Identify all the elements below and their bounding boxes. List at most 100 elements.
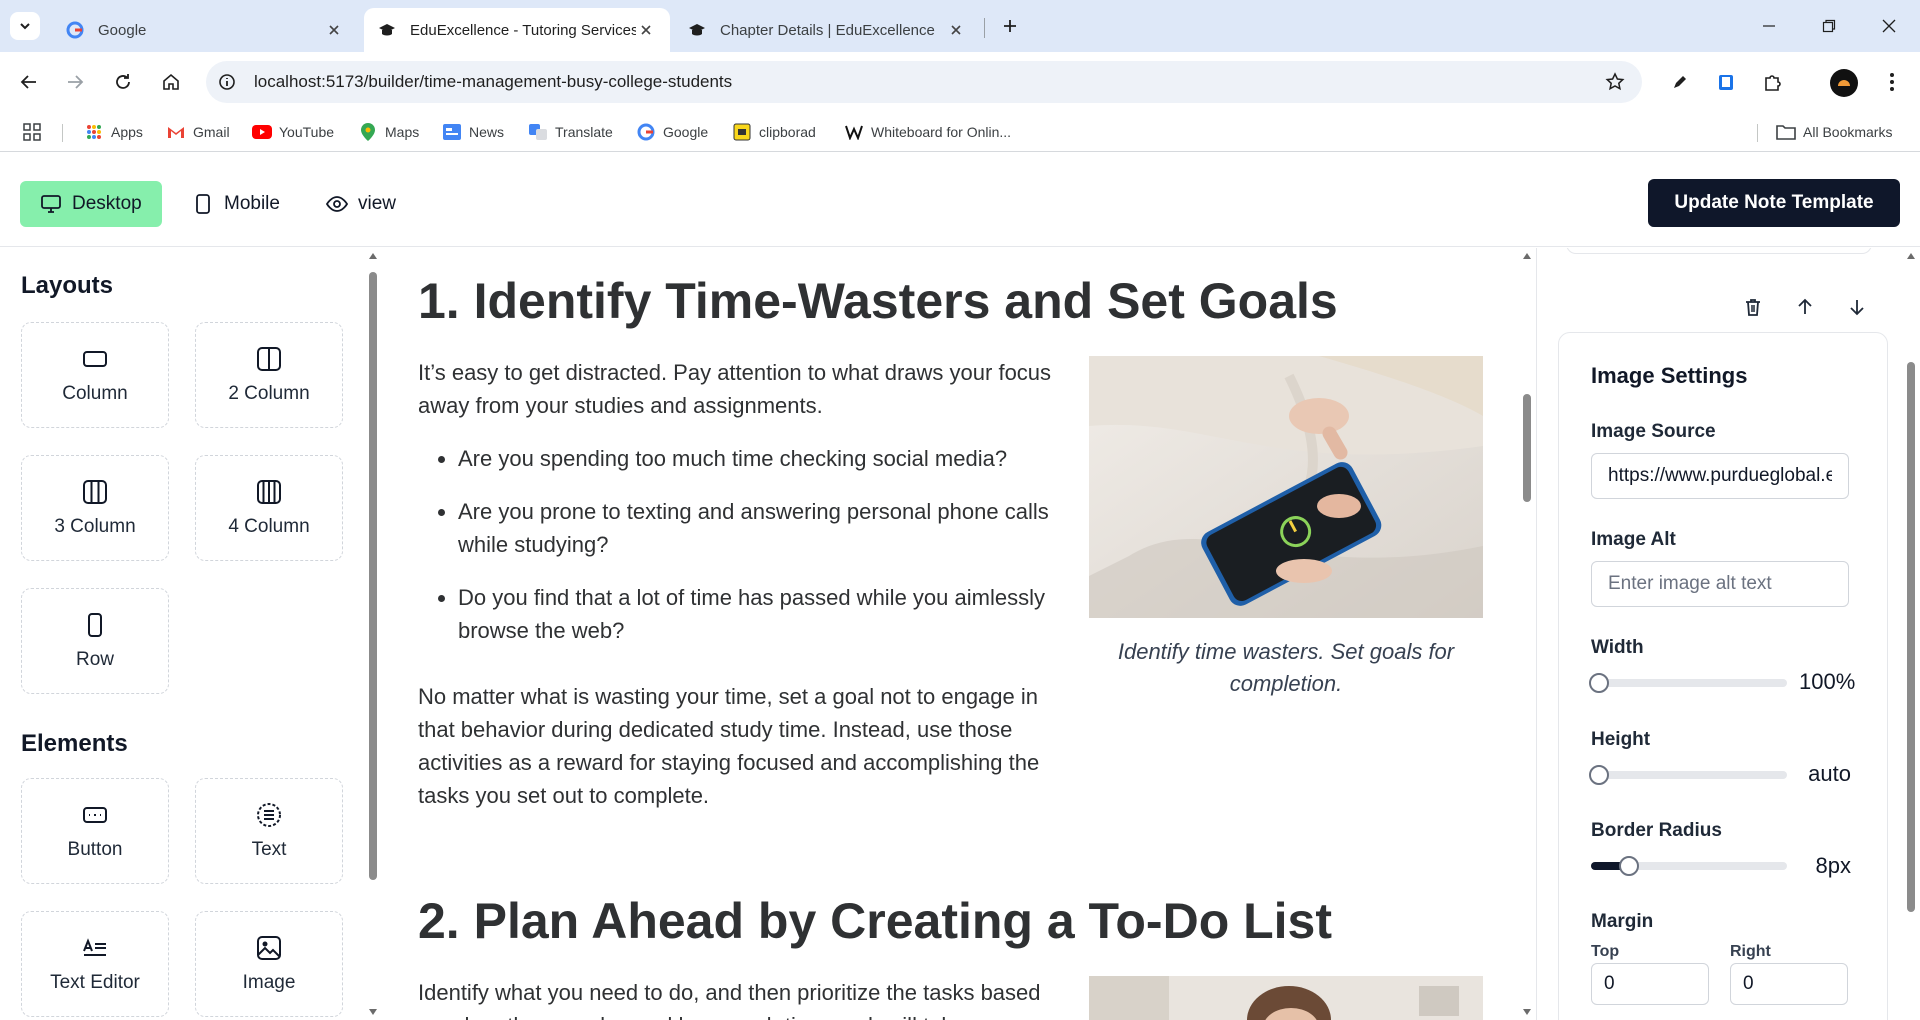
slider-thumb[interactable]	[1589, 765, 1609, 785]
layout-column-tile[interactable]: Column	[21, 322, 169, 428]
section2-intro[interactable]: Identify what you need to do, and then p…	[418, 976, 1068, 1020]
profile-avatar[interactable]	[1830, 69, 1858, 97]
clipboard-extension-icon[interactable]	[1710, 66, 1742, 98]
list-item: Are you spending too much time checking …	[458, 442, 1078, 475]
tab-eduexcellence[interactable]: EduExcellence - Tutoring Services	[364, 8, 670, 52]
close-icon	[1882, 19, 1896, 33]
scrollbar-thumb[interactable]	[1907, 362, 1915, 912]
tab-google[interactable]: Google	[52, 8, 358, 52]
slider-thumb[interactable]	[1589, 673, 1609, 693]
elements-title: Elements	[21, 730, 128, 757]
list-item: Do you find that a lot of time has passe…	[458, 581, 1078, 647]
element-text-editor-tile[interactable]: Text Editor	[21, 911, 169, 1017]
margin-top-input[interactable]	[1591, 963, 1709, 1005]
scrollbar-thumb[interactable]	[1523, 394, 1531, 502]
list-item: Are you prone to texting and answering p…	[458, 495, 1078, 561]
bookmark-label: Whiteboard for Onlin...	[871, 124, 1012, 140]
slider-thumb[interactable]	[1619, 856, 1639, 876]
reload-button[interactable]	[106, 65, 140, 99]
image-alt-input[interactable]	[1591, 561, 1849, 607]
delete-element-button[interactable]	[1736, 290, 1770, 324]
layout-3-column-tile[interactable]: 3 Column	[21, 455, 169, 561]
tile-label: Button	[67, 839, 123, 860]
desktop-mode-button[interactable]: Desktop	[20, 181, 162, 227]
bookmark-youtube[interactable]: YouTube	[252, 120, 334, 144]
restore-icon	[1822, 19, 1836, 33]
restore-button[interactable]	[1806, 10, 1852, 42]
bookmark-whiteboard[interactable]: Whiteboard for Onlin...	[844, 120, 1011, 144]
move-up-button[interactable]	[1788, 290, 1822, 324]
bookmark-google[interactable]: Google	[636, 120, 708, 144]
view-mode-button[interactable]: view	[306, 181, 416, 227]
layouts-title: Layouts	[21, 272, 114, 299]
settings-scrollbar[interactable]	[1904, 250, 1918, 1020]
border-radius-slider[interactable]	[1591, 856, 1787, 876]
text-element-icon	[255, 801, 283, 829]
bookmark-gmail[interactable]: Gmail	[166, 120, 230, 144]
section2-image[interactable]	[1089, 976, 1483, 1020]
image-source-input[interactable]	[1591, 453, 1849, 499]
gmail-icon	[166, 122, 186, 142]
close-icon[interactable]	[946, 20, 966, 40]
layout-4-column-tile[interactable]: 4 Column	[195, 455, 343, 561]
chevron-down-icon	[20, 23, 30, 30]
bookmark-label: clipborad	[759, 124, 816, 140]
url-text[interactable]: localhost:5173/builder/time-management-b…	[254, 72, 1600, 92]
width-slider[interactable]	[1589, 673, 1787, 693]
bookmark-apps[interactable]: Apps	[84, 120, 143, 144]
panel-divider	[1536, 248, 1537, 1020]
section1-bullet-list[interactable]: Are you spending too much time checking …	[458, 442, 1078, 667]
tab-chapter-details[interactable]: Chapter Details | EduExcellence	[674, 8, 980, 52]
section1-image[interactable]	[1089, 356, 1483, 618]
close-icon[interactable]	[636, 20, 656, 40]
section1-intro[interactable]: It’s easy to get distracted. Pay attenti…	[418, 356, 1068, 422]
back-button[interactable]	[12, 65, 46, 99]
element-text-tile[interactable]: Text	[195, 778, 343, 884]
whiteboard-w-icon	[844, 122, 864, 142]
bookmark-translate[interactable]: Translate	[528, 120, 613, 144]
tile-label: Text Editor	[50, 972, 140, 993]
image-source-label: Image Source	[1591, 421, 1716, 442]
section1-image-caption[interactable]: Identify time wasters. Set goals for com…	[1089, 636, 1483, 700]
close-window-button[interactable]	[1866, 10, 1912, 42]
arrow-up-icon	[1798, 298, 1812, 314]
image-settings-title: Image Settings	[1591, 363, 1748, 388]
width-value: 100%	[1799, 669, 1856, 694]
reload-icon	[116, 74, 130, 89]
bookmark-clipborad[interactable]: clipborad	[732, 120, 816, 144]
bookmark-star-icon[interactable]	[1600, 67, 1630, 97]
layout-row-tile[interactable]: Row	[21, 588, 169, 694]
pen-extension-icon[interactable]	[1664, 66, 1696, 98]
scrollbar-thumb[interactable]	[369, 272, 377, 880]
home-icon	[163, 73, 179, 90]
move-down-button[interactable]	[1840, 290, 1874, 324]
new-tab-button[interactable]	[996, 12, 1024, 40]
site-info-icon[interactable]	[214, 69, 240, 95]
extensions-puzzle-icon[interactable]	[1756, 66, 1788, 98]
element-button-tile[interactable]: Button	[21, 778, 169, 884]
element-image-tile[interactable]: Image	[195, 911, 343, 1017]
close-icon[interactable]	[324, 20, 344, 40]
address-bar[interactable]: localhost:5173/builder/time-management-b…	[206, 61, 1642, 103]
margin-right-input[interactable]	[1730, 963, 1848, 1005]
mobile-mode-button[interactable]: Mobile	[172, 181, 300, 227]
minimize-button[interactable]	[1746, 10, 1792, 42]
more-menu-icon[interactable]	[1876, 66, 1908, 98]
update-note-template-button[interactable]: Update Note Template	[1648, 179, 1900, 227]
forward-button[interactable]	[58, 65, 92, 99]
bookmark-maps[interactable]: Maps	[358, 120, 419, 144]
home-button[interactable]	[154, 65, 188, 99]
four-column-icon	[255, 478, 283, 506]
sidebar-scrollbar[interactable]	[366, 250, 380, 1020]
section2-heading[interactable]: 2. Plan Ahead by Creating a To-Do List	[418, 892, 1332, 950]
section1-heading[interactable]: 1. Identify Time-Wasters and Set Goals	[418, 272, 1338, 330]
all-bookmarks-button[interactable]: All Bookmarks	[1776, 120, 1892, 144]
section1-closing[interactable]: No matter what is wasting your time, set…	[418, 680, 1068, 812]
tab-search-button[interactable]	[10, 12, 40, 40]
bookmark-news[interactable]: News	[442, 120, 504, 144]
margin-right-label: Right	[1730, 943, 1771, 960]
layout-2-column-tile[interactable]: 2 Column	[195, 322, 343, 428]
canvas-scrollbar[interactable]	[1520, 250, 1534, 1020]
apps-launcher-button[interactable]	[22, 120, 49, 144]
height-slider[interactable]	[1589, 765, 1787, 785]
